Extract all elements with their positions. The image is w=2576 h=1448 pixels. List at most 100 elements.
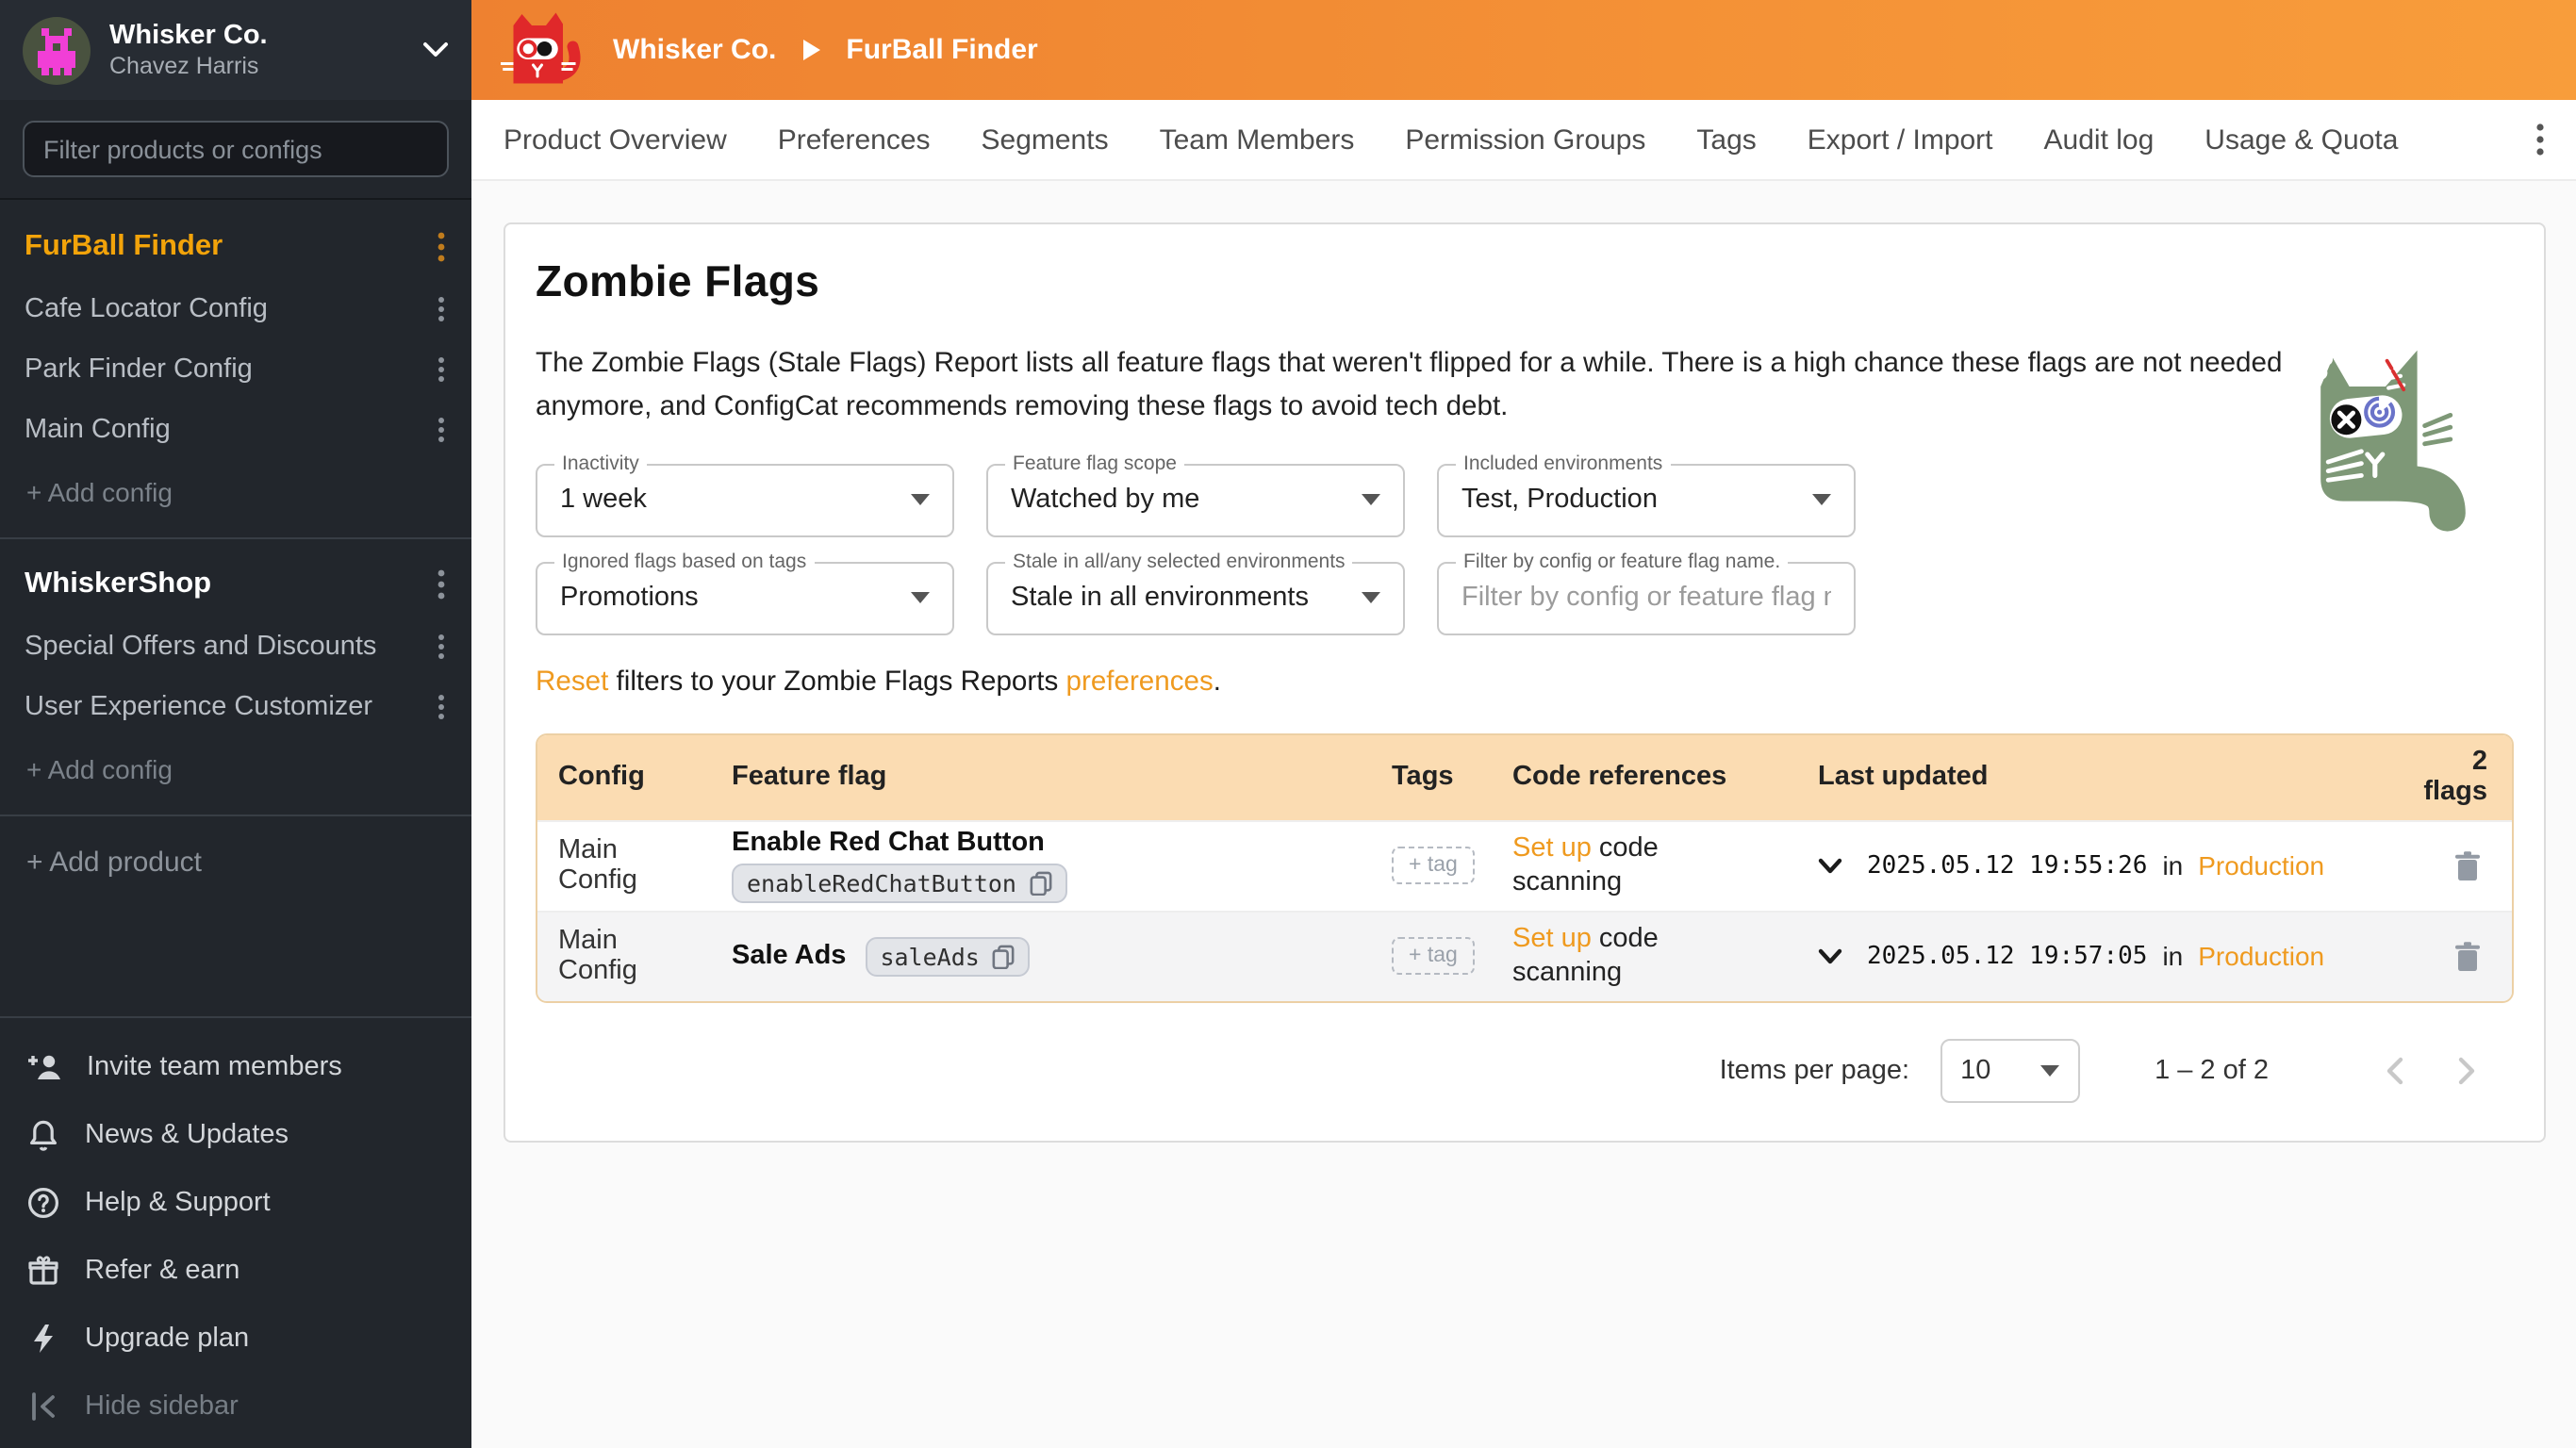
sidebar-filter-input[interactable] <box>23 121 449 177</box>
copy-icon[interactable] <box>993 945 1016 969</box>
config-name: Park Finder Config <box>25 354 253 385</box>
sidebar-config-main-config[interactable]: Main Config <box>0 400 471 460</box>
tab-team-members[interactable]: Team Members <box>1160 123 1355 156</box>
filter-label: Feature flag scope <box>1005 452 1184 475</box>
col-config: Config <box>537 763 711 793</box>
environments-select[interactable]: Included environments Test, Production <box>1437 464 1856 537</box>
table-row: Main Config Sale Ads saleAds + tag Se <box>537 911 2512 1001</box>
next-page-button[interactable] <box>2431 1056 2502 1086</box>
flag-key: saleAds <box>880 943 979 971</box>
page-content: Zombie Flags The Z <box>471 181 2576 1448</box>
last-updated-cell: 2025.05.12 19:55:26 in Production <box>1797 851 2391 881</box>
tab-permission-groups[interactable]: Permission Groups <box>1405 123 1645 156</box>
sidebar-config-park-finder[interactable]: Park Finder Config <box>0 339 471 400</box>
app-window: Whisker Co. Chavez Harris FurBall Finder… <box>0 0 2576 1448</box>
sidebar-config-cafe-locator[interactable]: Cafe Locator Config <box>0 279 471 339</box>
tab-product-overview[interactable]: Product Overview <box>504 123 727 156</box>
tab-segments[interactable]: Segments <box>982 123 1109 156</box>
in-word: in <box>2162 942 2183 972</box>
product-name: WhiskerShop <box>25 568 211 601</box>
stale-mode-select[interactable]: Stale in all/any selected environments S… <box>986 562 1405 635</box>
filter-value: Test, Production <box>1461 485 1658 516</box>
tab-usage-quota[interactable]: Usage & Quota <box>2204 123 2398 156</box>
copy-icon[interactable] <box>1030 872 1052 897</box>
previous-page-button[interactable] <box>2359 1056 2431 1086</box>
config-name: Main Config <box>25 415 171 445</box>
items-per-page-select[interactable]: 10 <box>1940 1039 2079 1103</box>
dropdown-arrow-icon <box>1812 495 1831 506</box>
kebab-menu-icon[interactable] <box>438 634 445 660</box>
items-per-page-label: Items per page: <box>1720 1056 1910 1086</box>
filter-label: Stale in all/any selected environments <box>1005 551 1353 573</box>
sidebar-product-furball-finder[interactable]: FurBall Finder <box>0 215 471 279</box>
name-filter-input[interactable] <box>1461 584 1831 614</box>
add-config-button[interactable]: + Add config <box>0 460 471 524</box>
help-icon <box>26 1186 60 1220</box>
add-config-button[interactable]: + Add config <box>0 737 471 801</box>
breadcrumb-arrow-icon <box>802 40 819 60</box>
inactivity-select[interactable]: Inactivity 1 week <box>536 464 954 537</box>
environment-link[interactable]: Production <box>2198 942 2324 972</box>
flag-scope-select[interactable]: Feature flag scope Watched by me <box>986 464 1405 537</box>
kebab-menu-icon[interactable] <box>438 694 445 720</box>
filter-panel: Inactivity 1 week Feature flag scope Wat… <box>536 464 2514 635</box>
kebab-menu-icon[interactable] <box>438 569 445 600</box>
delete-flag-button[interactable] <box>2391 850 2512 882</box>
configcat-logo-icon <box>498 7 583 93</box>
tab-tags[interactable]: Tags <box>1696 123 1756 156</box>
trash-icon <box>2453 850 2482 882</box>
breadcrumb-product[interactable]: FurBall Finder <box>846 34 1037 66</box>
pagination: Items per page: 10 1 – 2 of 2 <box>536 1039 2514 1103</box>
hide-sidebar-button[interactable]: Hide sidebar <box>0 1373 471 1440</box>
setup-code-scanning-link[interactable]: Set up <box>1512 923 1592 953</box>
top-header: Whisker Co. FurBall Finder <box>471 0 2576 100</box>
tab-audit-log[interactable]: Audit log <box>2044 123 2155 156</box>
filter-value: Stale in all environments <box>1011 584 1309 614</box>
help-support-button[interactable]: Help & Support <box>0 1169 471 1237</box>
flag-name: Sale Ads <box>732 942 846 972</box>
expand-row-chevron-icon[interactable] <box>1818 948 1842 965</box>
tab-export-import[interactable]: Export / Import <box>1808 123 1993 156</box>
preferences-link[interactable]: preferences <box>1066 667 1214 698</box>
kebab-menu-icon[interactable] <box>438 356 445 383</box>
sidebar-product-whiskershop[interactable]: WhiskerShop <box>0 552 471 617</box>
sidebar-config-ux-customizer[interactable]: User Experience Customizer <box>0 677 471 737</box>
bell-icon <box>26 1118 60 1152</box>
kebab-menu-icon[interactable] <box>438 232 445 262</box>
name-filter-field: Filter by config or feature flag name. <box>1437 562 1856 635</box>
breadcrumb-org[interactable]: Whisker Co. <box>613 34 776 66</box>
dropdown-arrow-icon <box>911 495 930 506</box>
filter-value: 1 week <box>560 485 647 516</box>
sidebar-config-special-offers[interactable]: Special Offers and Discounts <box>0 617 471 677</box>
footer-item-label: Refer & earn <box>85 1256 239 1286</box>
footer-item-label: Hide sidebar <box>85 1391 239 1422</box>
flag-key: enableRedChatButton <box>747 870 1016 898</box>
trash-icon <box>2453 941 2482 973</box>
person-plus-icon <box>26 1050 62 1084</box>
setup-code-scanning-link[interactable]: Set up <box>1512 832 1592 863</box>
main-area: Whisker Co. FurBall Finder Product Overv… <box>471 0 2576 1448</box>
tab-preferences[interactable]: Preferences <box>778 123 931 156</box>
environment-link[interactable]: Production <box>2198 851 2324 881</box>
config-name: Cafe Locator Config <box>25 294 268 324</box>
upgrade-plan-button[interactable]: Upgrade plan <box>0 1305 471 1373</box>
flag-key-chip: enableRedChatButton <box>732 864 1067 904</box>
org-switcher[interactable]: Whisker Co. Chavez Harris <box>0 0 471 100</box>
zombie-flags-table: Config Feature flag Tags Code references… <box>536 733 2514 1003</box>
kebab-menu-icon[interactable] <box>438 417 445 443</box>
delete-flag-button[interactable] <box>2391 941 2512 973</box>
reset-link[interactable]: Reset <box>536 667 608 698</box>
nav-overflow-kebab-icon[interactable] <box>2536 123 2544 156</box>
ignored-tags-select[interactable]: Ignored flags based on tags Promotions <box>536 562 954 635</box>
add-tag-button[interactable]: + tag <box>1392 847 1475 885</box>
col-code-references: Code references <box>1492 763 1797 793</box>
expand-row-chevron-icon[interactable] <box>1818 858 1842 875</box>
dropdown-arrow-icon <box>1362 495 1380 506</box>
add-product-button[interactable]: + Add product <box>0 830 471 896</box>
reset-period: . <box>1214 667 1221 698</box>
invite-team-members-button[interactable]: Invite team members <box>0 1033 471 1101</box>
news-updates-button[interactable]: News & Updates <box>0 1101 471 1169</box>
refer-earn-button[interactable]: Refer & earn <box>0 1237 471 1305</box>
kebab-menu-icon[interactable] <box>438 296 445 322</box>
add-tag-button[interactable]: + tag <box>1392 938 1475 976</box>
